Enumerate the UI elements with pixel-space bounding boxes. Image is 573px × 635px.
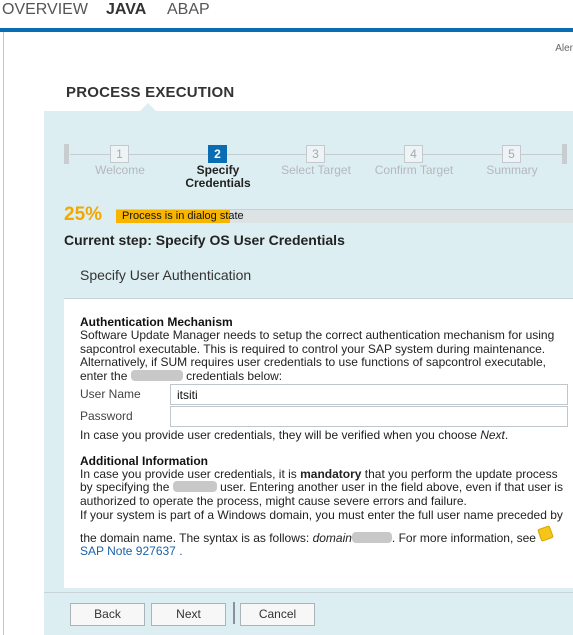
current-step: Current step: Specify OS User Credential…	[64, 232, 345, 248]
additional-heading: Additional Information	[80, 454, 208, 468]
auth-heading: Authentication Mechanism	[80, 315, 233, 329]
redacted-text	[172, 481, 217, 492]
auth-enter-suffix: credentials below:	[186, 369, 283, 383]
auth-enter-line: enter the credentials below:	[80, 369, 570, 384]
header-notch	[140, 103, 156, 111]
password-input[interactable]	[170, 406, 568, 427]
redacted-text	[351, 532, 392, 543]
sap-note-link-suffix: .	[175, 544, 183, 558]
verify-note: In case you provide user credentials, th…	[80, 428, 570, 443]
additional-p1a: In case you provide user credentials, it…	[80, 467, 301, 481]
roadmap-step-5-label: Summary	[486, 163, 538, 177]
progress-status: Process is in dialog state	[122, 210, 244, 222]
tab-java[interactable]: JAVA	[106, 1, 146, 19]
additional-line-5: the domain name. The syntax is as follow…	[80, 525, 570, 546]
additional-p1c: that you perform the update process	[361, 467, 558, 481]
roadmap-step-2-number[interactable]: 2	[208, 145, 227, 163]
additional-line-4: If your system is part of a Windows doma…	[80, 508, 563, 522]
username-input[interactable]	[170, 384, 568, 405]
button-separator	[233, 602, 235, 624]
dialog-title: Specify User Authentication	[80, 267, 252, 283]
username-label: User Name	[80, 387, 141, 401]
back-button[interactable]: Back	[70, 603, 145, 626]
sap-note-icon	[537, 525, 554, 542]
additional-p2a: by specifying the	[80, 480, 170, 494]
auth-description: Software Update Manager needs to setup t…	[80, 328, 555, 369]
additional-p5a: the domain name. The syntax is as follow…	[80, 531, 313, 545]
verify-note-period: .	[504, 428, 509, 442]
redacted-text	[130, 370, 183, 381]
next-button[interactable]: Next	[151, 603, 226, 626]
progress-bar: Process is in dialog state	[116, 209, 573, 223]
roadmap-step-4-number[interactable]: 4	[404, 145, 423, 163]
tab-overview[interactable]: OVERVIEW	[2, 1, 88, 19]
tab-abap[interactable]: ABAP	[167, 1, 210, 19]
cancel-button[interactable]: Cancel	[240, 603, 315, 626]
roadmap-step-5-number[interactable]: 5	[502, 145, 521, 163]
verify-note-text: In case you provide user credentials, th…	[80, 428, 481, 442]
additional-line-2: by specifying the user. Entering another…	[80, 480, 570, 495]
verify-note-next: Next	[480, 428, 505, 442]
roadmap-step-4-label: Confirm Target	[374, 163, 454, 177]
roadmap-start-cap	[64, 144, 69, 164]
sap-note-link[interactable]: SAP Note 927637	[80, 544, 176, 558]
password-label: Password	[80, 409, 133, 423]
sap-note-line: SAP Note 927637 .	[80, 544, 183, 558]
top-tab-bar: OVERVIEW JAVA ABAP	[0, 0, 573, 28]
additional-p5c: . For more information, see	[391, 531, 536, 545]
additional-p5b: domain	[312, 531, 352, 545]
roadmap-step-3-label: Select Target	[281, 163, 351, 177]
page-title: PROCESS EXECUTION	[66, 84, 235, 101]
auth-enter-prefix: enter the	[80, 369, 128, 383]
roadmap-step-2-label: Specify Credentials	[168, 164, 268, 190]
progress-percent: 25%	[64, 204, 103, 225]
roadmap-step-1-label: Welcome	[95, 163, 145, 177]
roadmap-step-3-number[interactable]: 3	[306, 145, 325, 163]
roadmap-step-2-label-line1: Specify	[196, 163, 240, 177]
additional-line-3: authorized to operate the process, might…	[80, 494, 467, 508]
roadmap-end-cap	[562, 144, 567, 164]
alerts-link[interactable]: Aler	[555, 43, 573, 54]
roadmap-step-1-number[interactable]: 1	[110, 145, 129, 163]
footer-divider	[44, 592, 573, 593]
roadmap-step-2-label-line2: Credentials	[185, 176, 251, 190]
additional-p1b: mandatory	[300, 467, 362, 481]
additional-p2b: user. Entering another user in the field…	[220, 480, 563, 494]
